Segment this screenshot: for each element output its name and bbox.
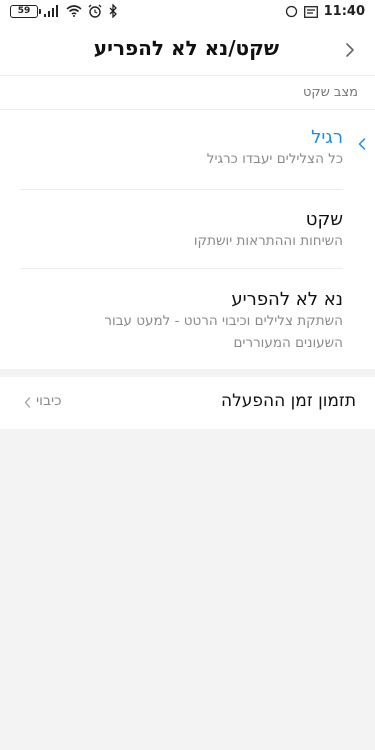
option-description: השתקת צלילים וכיבוי הרטט - למעט עבור השע… bbox=[104, 313, 343, 351]
option-title: רגיל bbox=[311, 127, 343, 148]
schedule-title: תזמון זמן ההפעלה bbox=[221, 391, 356, 411]
option-description: כל הצלילים יעבדו כרגיל bbox=[206, 151, 343, 167]
screen: 59 11:40 שקט/נא לא להפריע מצב שקט רגיל כ… bbox=[0, 0, 375, 750]
back-button[interactable] bbox=[339, 38, 361, 62]
wifi-icon bbox=[66, 5, 82, 17]
section-header: מצב שקט bbox=[0, 76, 375, 110]
section-gap bbox=[0, 369, 375, 377]
header: שקט/נא לא להפריע bbox=[0, 24, 375, 76]
option-description: השיחות וההתראות יושתקו bbox=[193, 233, 343, 249]
option-do-not-disturb[interactable]: נא לא להפריע השתקת צלילים וכיבוי הרטט - … bbox=[0, 269, 375, 369]
section-label: מצב שקט bbox=[302, 85, 358, 100]
chevron-right-icon bbox=[346, 43, 354, 57]
message-icon bbox=[303, 5, 318, 18]
bluetooth-icon bbox=[109, 4, 117, 18]
option-silent[interactable]: שקט השיחות וההתראות יושתקו bbox=[0, 190, 375, 269]
schedule-row[interactable]: תזמון זמן ההפעלה כיבוי bbox=[0, 377, 375, 429]
status-icons-right: 11:40 bbox=[285, 4, 365, 19]
sync-icon bbox=[285, 5, 297, 18]
page-title: שקט/נא לא להפריע bbox=[93, 36, 279, 60]
status-bar: 59 11:40 bbox=[0, 0, 375, 24]
chevron-left-icon bbox=[24, 397, 31, 408]
alarm-icon bbox=[88, 4, 102, 18]
option-title: נא לא להפריע bbox=[231, 289, 343, 310]
signal-icon bbox=[44, 5, 58, 17]
mode-options: רגיל כל הצלילים יעבדו כרגיל שקט השיחות ו… bbox=[0, 110, 375, 369]
option-title: שקט bbox=[305, 209, 343, 230]
battery-level: 59 bbox=[17, 5, 31, 16]
status-time: 11:40 bbox=[323, 4, 365, 19]
selected-indicator-icon bbox=[358, 138, 366, 150]
schedule-value: כיבוי bbox=[36, 393, 62, 409]
status-icons-left: 59 bbox=[10, 4, 118, 18]
battery-icon: 59 bbox=[10, 4, 41, 18]
option-normal[interactable]: רגיל כל הצלילים יעבדו כרגיל bbox=[0, 110, 375, 190]
